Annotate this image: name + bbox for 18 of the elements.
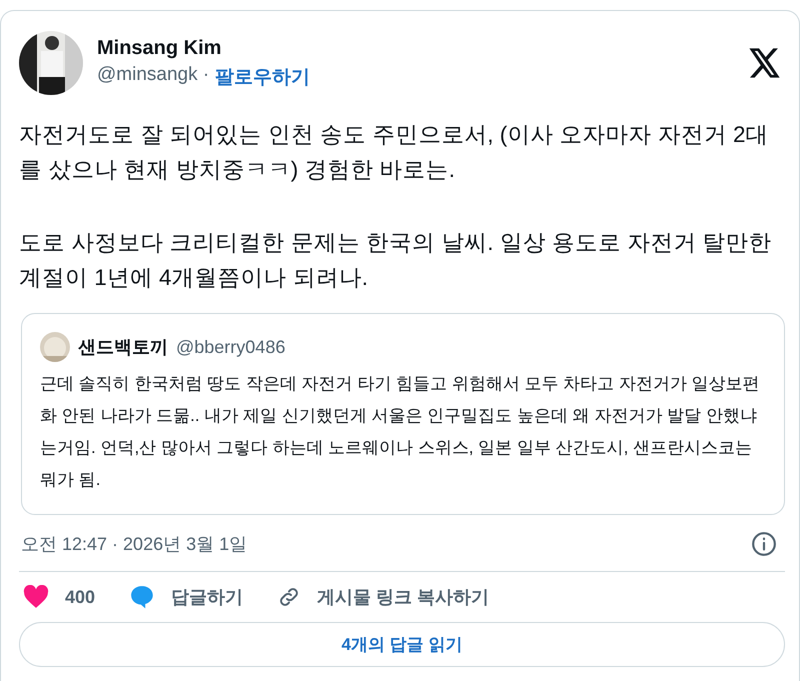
author-name: Minsang Kim [97, 36, 222, 60]
heart-icon [23, 585, 49, 609]
quoted-author-handle: @bberry0486 [176, 336, 286, 358]
link-button[interactable]: 게시물 링크 복사하기 [277, 585, 490, 609]
quoted-author-name: 샌드백토끼 [78, 336, 168, 359]
quoted-post[interactable]: 샌드백토끼 @bberry0486 근데 솔직히 한국처럼 땅도 작은데 자전거 타기 힘들고 위험해서 모두 차타고 자전거가 일상보편화 안된 나라가 드묾.. 내가 제일 신기했던게 서울은 인구밀집도 높은데 왜 자전거가 발달 안했냐는거임. 언덕,산 많아서 그렇다 하는데 노르웨이나 스위스, 일본 일부 산간도시, 샌프란시스코는 뭐가 됨. [21, 313, 785, 515]
post-text: 도로 사정보다 크리티컬한 문제는 한국의 날씨. 일상 용도로 자전거 탈만한 계절이 1년에 4개월쯤이나 되려나. [19, 229, 773, 292]
x-logo-icon[interactable] [749, 48, 781, 78]
follow-link[interactable]: 팔로우하기 [215, 64, 310, 90]
like-button[interactable]: 400 [23, 585, 96, 609]
post-text: 자전거도로 잘 되어있는 인천 송도 주민으로서, (이사 오자마자 자전거 2대를 샀으나 현재 방치중ㅋㅋ) 경험한 바로는. [19, 121, 770, 184]
author-handle: @minsangk · [97, 64, 210, 86]
info-icon[interactable] [751, 531, 777, 557]
speech-bubble-icon [129, 584, 156, 610]
post-timestamp: 오전 12:47 · 2026년 3월 1일 [21, 533, 248, 556]
reply-button[interactable]: 답글하기 [129, 584, 244, 610]
read-replies-button[interactable]: 4개의 답글 읽기 [19, 622, 785, 667]
quoted-text: 근데 솔직히 한국처럼 땅도 작은데 자전거 타기 힘들고 위험해서 모두 차타고 자전거가 일상보편화 안된 나라가 드묾.. 내가 제일 신기했던게 서울은 인구밀집도 높은데 왜 자전거가 발달 안했냐는거임. 언덕,산 많아서 그렇다 하는데 노르웨이나 스위스, 일본 일부 산간도시, 샌프란시스코는 뭐가 됨. [40, 373, 761, 491]
